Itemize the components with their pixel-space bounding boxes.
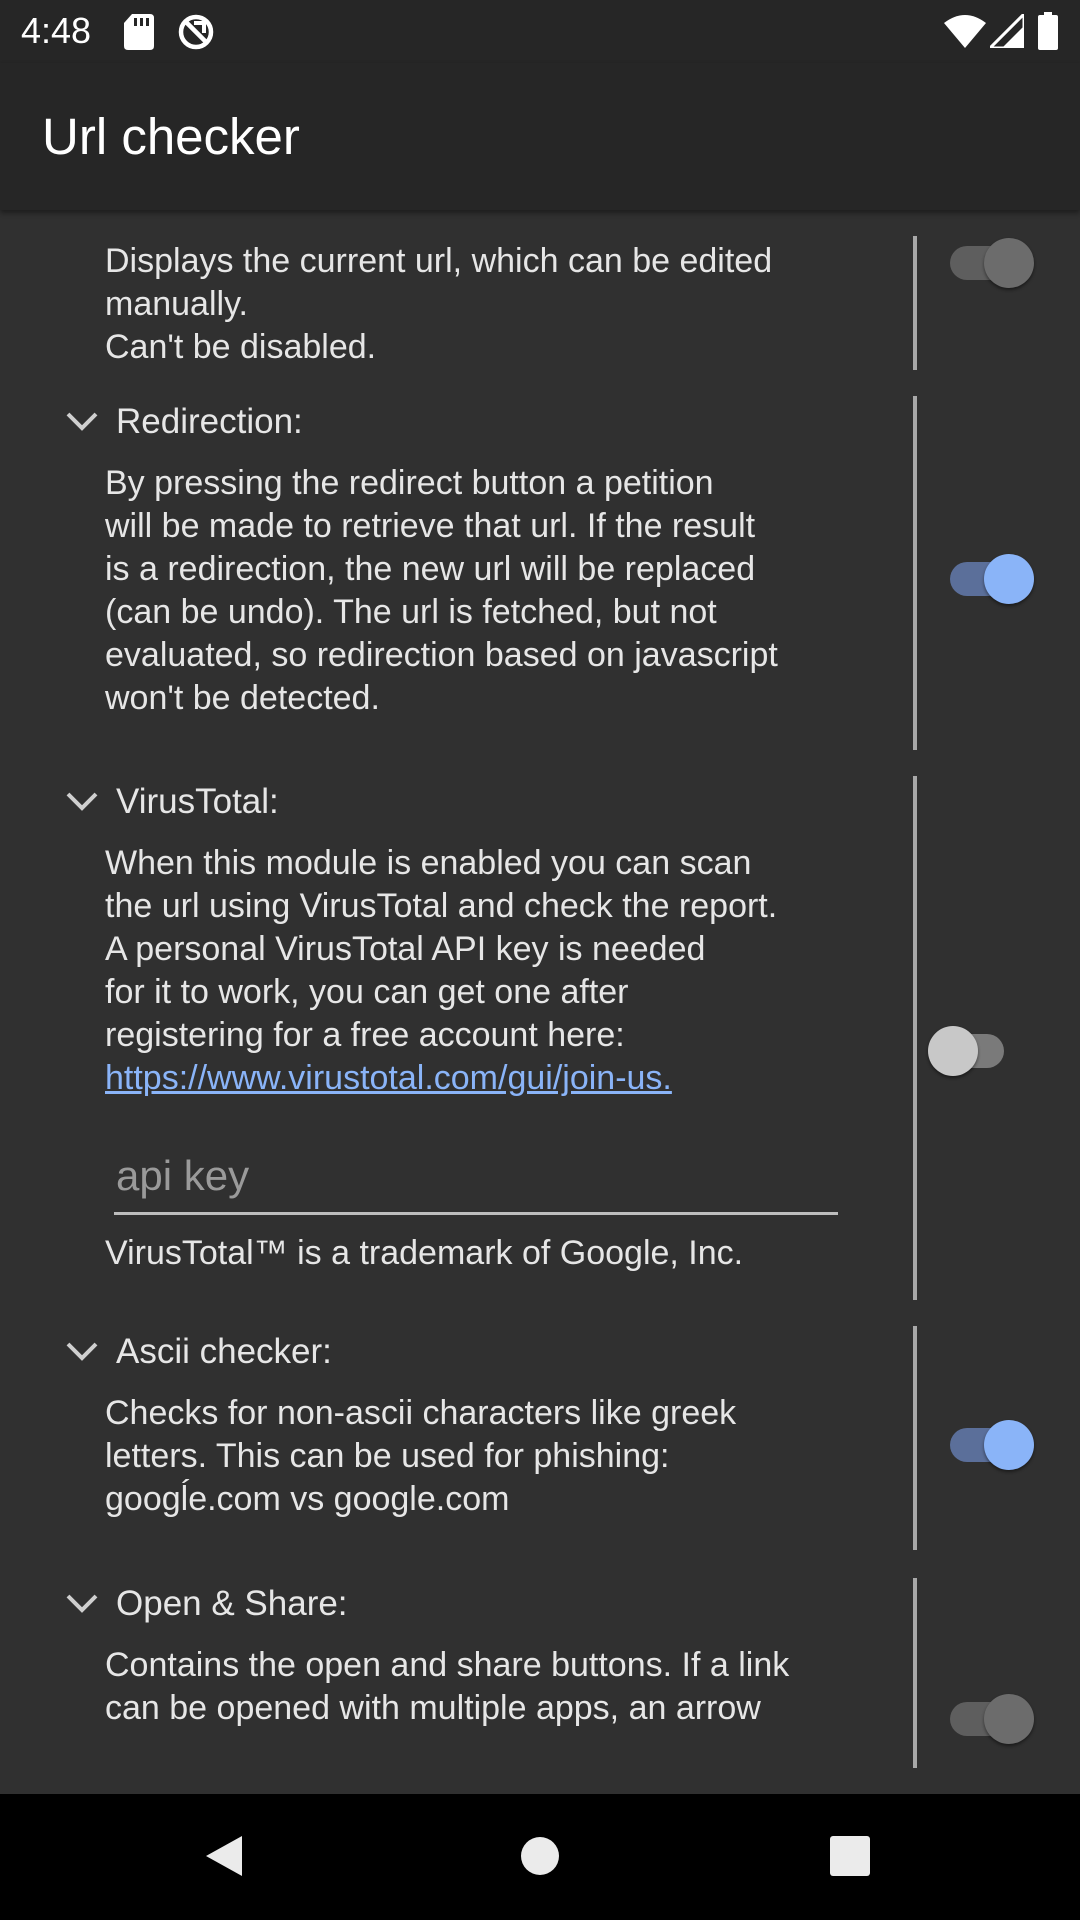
signal-icon: [990, 14, 1024, 48]
description-line: won't be detected.: [105, 679, 380, 717]
module-input-url: Displays the current url, which can be e…: [0, 210, 1080, 370]
redirection-toggle[interactable]: [948, 548, 1038, 604]
open-share-toggle: [948, 1688, 1038, 1744]
description-line: for it to work, you can get one after: [105, 973, 629, 1011]
description-line: will be made to retrieve that url. If th…: [105, 507, 756, 545]
module-description: Checks for non-ascii characters like gre…: [105, 1392, 875, 1521]
trademark-text: VirusTotal™ is a trademark of Google, In…: [105, 1234, 744, 1272]
module-divider: [913, 1578, 917, 1768]
home-icon[interactable]: [518, 1834, 562, 1878]
description-line: (can be undo). The url is fetched, but n…: [105, 593, 717, 631]
module-title: Open & Share:: [116, 1584, 348, 1623]
module-description: Contains the open and share buttons. If …: [105, 1644, 875, 1730]
description-line: registering for a free account here:: [105, 1016, 625, 1054]
app-title: Url checker: [42, 108, 300, 165]
app-bar: Url checker: [0, 63, 1080, 210]
battery-icon: [1038, 12, 1058, 50]
virustotal-toggle[interactable]: [928, 1020, 1020, 1076]
module-description: When this module is enabled you can scan…: [105, 842, 875, 1100]
status-bar: 4:48: [0, 0, 1080, 63]
status-time: 4:48: [21, 10, 92, 51]
chevron-down-icon: [66, 792, 98, 811]
module-description: By pressing the redirect button a petiti…: [105, 462, 875, 720]
module-description: Displays the current url, which can be e…: [105, 240, 875, 369]
description-line: googĺe.com vs google.com: [105, 1480, 510, 1518]
input-url-toggle: [948, 232, 1038, 288]
description-line: Displays the current url, which can be e…: [105, 242, 773, 280]
description-line: evaluated, so redirection based on javas…: [105, 636, 778, 674]
module-divider: [913, 236, 917, 370]
description-line: Contains the open and share buttons. If …: [105, 1646, 790, 1684]
description-line: is a redirection, the new url will be re…: [105, 550, 756, 588]
description-line: When this module is enabled you can scan: [105, 844, 752, 882]
description-line: can be opened with multiple apps, an arr…: [105, 1689, 761, 1727]
module-title: Ascii checker:: [116, 1332, 332, 1371]
module-title: VirusTotal:: [116, 782, 279, 821]
wifi-icon: [944, 15, 986, 48]
chevron-down-icon: [66, 1594, 98, 1613]
description-line: Checks for non-ascii characters like gre…: [105, 1394, 737, 1432]
navigation-bar: [0, 1794, 1080, 1920]
description-line: By pressing the redirect button a petiti…: [105, 464, 714, 502]
module-divider: [913, 776, 917, 1300]
recents-icon[interactable]: [830, 1836, 870, 1876]
module-title: Redirection:: [116, 402, 303, 441]
sd-card-icon: [124, 14, 154, 50]
back-icon[interactable]: [200, 1832, 248, 1880]
module-divider: [913, 1326, 917, 1550]
modules-list[interactable]: Displays the current url, which can be e…: [0, 210, 1080, 1794]
sync-disabled-icon: [178, 14, 214, 50]
description-line: A personal VirusTotal API key is needed: [105, 930, 706, 968]
chevron-down-icon: [66, 1342, 98, 1361]
description-line: Can't be disabled.: [105, 328, 377, 366]
description-line: letters. This can be used for phishing:: [105, 1437, 670, 1475]
virustotal-join-link[interactable]: https://www.virustotal.com/gui/join-us.: [105, 1057, 875, 1100]
ascii-checker-toggle[interactable]: [948, 1414, 1038, 1470]
description-line: manually.: [105, 285, 248, 323]
chevron-down-icon: [66, 412, 98, 431]
virustotal-trademark: VirusTotal™ is a trademark of Google, In…: [105, 1232, 875, 1275]
api-key-placeholder: api key: [116, 1152, 250, 1199]
description-line: the url using VirusTotal and check the r…: [105, 887, 778, 925]
module-divider: [913, 396, 917, 750]
api-key-input[interactable]: api key: [114, 1146, 838, 1215]
